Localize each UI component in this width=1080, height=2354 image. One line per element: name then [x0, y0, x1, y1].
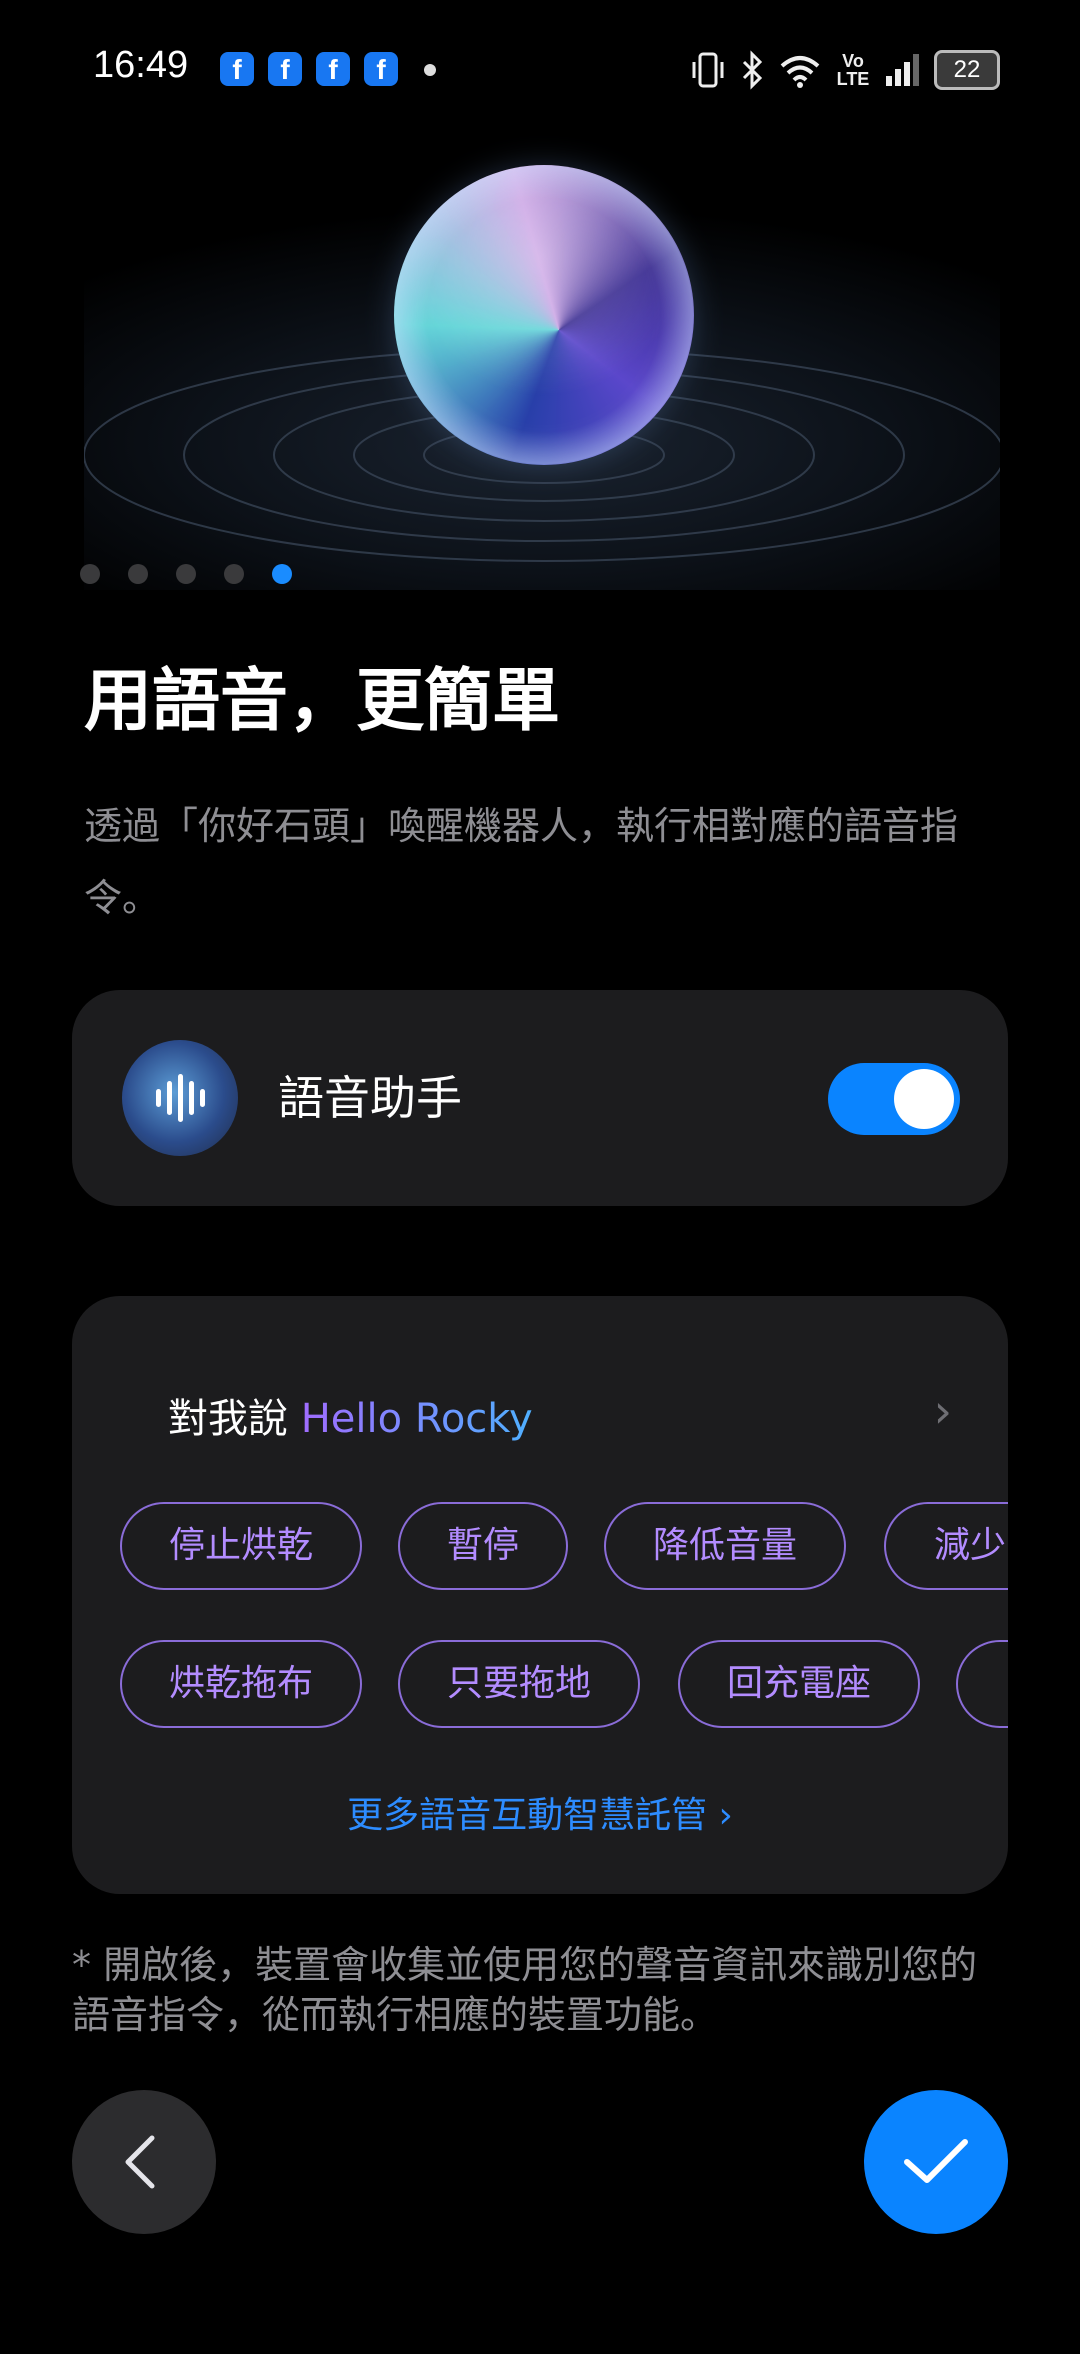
- page-dot: [80, 564, 100, 584]
- toggle-knob: [894, 1069, 954, 1129]
- say-prefix: 對我說: [168, 1396, 301, 1442]
- command-chip[interactable]: 烘乾拖布: [120, 1640, 362, 1728]
- page-dot: [176, 564, 196, 584]
- battery-icon: 22: [934, 50, 1000, 90]
- command-chip[interactable]: 減少: [884, 1502, 1008, 1590]
- wake-word-row[interactable]: 對我說 Hello Rocky: [168, 1386, 533, 1444]
- page-title: 用語音，更簡單: [84, 662, 561, 741]
- chevron-right-icon[interactable]: ›: [934, 1384, 952, 1438]
- voice-assistant-card: 語音助手: [72, 990, 1008, 1206]
- facebook-icon: f: [220, 52, 254, 86]
- voice-wave-icon: [122, 1040, 238, 1156]
- command-chip[interactable]: 暫停: [398, 1502, 568, 1590]
- command-chip[interactable]: 只要拖地: [398, 1640, 640, 1728]
- page-indicator: [80, 564, 292, 584]
- chevron-left-icon: [125, 2135, 155, 2189]
- signal-icon: [886, 54, 919, 86]
- privacy-footnote: * 開啟後，裝置會收集並使用您的聲音資訊來識別您的語音指令，從而執行相應的裝置功…: [72, 1943, 978, 2037]
- back-button[interactable]: [72, 2090, 216, 2234]
- voice-orb: [394, 165, 694, 465]
- confirm-button[interactable]: [864, 2090, 1008, 2234]
- more-notifications-icon: [424, 64, 436, 76]
- facebook-icon: f: [316, 52, 350, 86]
- wake-word: Hello Rocky: [300, 1396, 533, 1442]
- status-time: 16:49: [93, 44, 189, 86]
- voice-setup-screen: 16:49 f f f f Vo LTE 22 用語音，更簡單 透過「你好石頭」…: [0, 0, 1080, 2354]
- command-chip[interactable]: 停止烘乾: [120, 1502, 362, 1590]
- vibrate-icon: [692, 52, 724, 88]
- status-bar: 16:49 f f f f Vo LTE 22: [0, 0, 1080, 140]
- more-voice-commands-link[interactable]: 更多語音互動智慧託管 ›: [72, 1786, 1008, 1838]
- page-dot: [224, 564, 244, 584]
- wifi-icon: [780, 56, 820, 88]
- page-dot-active: [272, 564, 292, 584]
- page-description: 透過「你好石頭」喚醒機器人，執行相對應的語音指令。: [84, 804, 959, 920]
- volte-icon: Vo LTE: [836, 51, 870, 89]
- check-icon: [904, 2139, 968, 2183]
- voice-assistant-label: 語音助手: [278, 1071, 462, 1125]
- facebook-icon: f: [364, 52, 398, 86]
- command-chip[interactable]: 降低音量: [604, 1502, 846, 1590]
- bluetooth-icon: [742, 50, 763, 90]
- facebook-icon: f: [268, 52, 302, 86]
- command-chip[interactable]: [956, 1640, 1008, 1728]
- voice-assistant-toggle[interactable]: [828, 1063, 960, 1135]
- voice-commands-card: 對我說 Hello Rocky › 停止烘乾 暫停 降低音量 減少 烘乾拖布 只…: [72, 1296, 1008, 1894]
- page-dot: [128, 564, 148, 584]
- command-chip[interactable]: 回充電座: [678, 1640, 920, 1728]
